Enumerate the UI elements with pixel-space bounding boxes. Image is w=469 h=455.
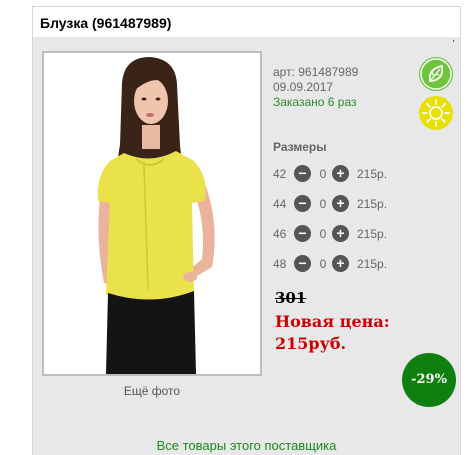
old-price: 301 — [275, 289, 307, 307]
new-price-value: 215руб. — [275, 334, 347, 353]
increase-button[interactable]: + — [332, 195, 349, 212]
title-bar: Блузка (961487989) , — [33, 7, 460, 44]
decrease-button[interactable]: − — [294, 165, 311, 182]
decrease-button[interactable]: − — [294, 195, 311, 212]
article-number: арт: 961487989 — [273, 65, 359, 79]
product-date: 09.09.2017 — [273, 80, 334, 94]
size-price: 215р. — [357, 257, 388, 271]
size-price: 215р. — [357, 227, 388, 241]
increase-button[interactable]: + — [332, 255, 349, 272]
size-label: 48 — [273, 257, 287, 271]
sizes-heading: Размеры — [273, 140, 327, 154]
new-price-label: Новая цена: — [275, 312, 390, 331]
quantity-value: 0 — [319, 227, 327, 241]
sun-icon — [419, 96, 453, 130]
quantity-value: 0 — [319, 257, 327, 271]
size-label: 44 — [273, 197, 287, 211]
quantity-value: 0 — [319, 167, 327, 181]
product-card: Блузка (961487989) , Ещё фото арт: 96148… — [32, 6, 461, 455]
size-label: 42 — [273, 167, 287, 181]
decrease-button[interactable]: − — [294, 255, 311, 272]
product-title: Блузка (961487989) — [40, 15, 172, 31]
increase-button[interactable]: + — [332, 225, 349, 242]
size-price: 215р. — [357, 197, 388, 211]
supplier-products-link[interactable]: Все товары этого поставщика — [33, 438, 460, 453]
new-price: Новая цена: 215руб. — [275, 311, 390, 355]
size-price: 215р. — [357, 167, 388, 181]
size-label: 46 — [273, 227, 287, 241]
decrease-button[interactable]: − — [294, 225, 311, 242]
order-count: Заказано 6 раз — [273, 95, 357, 109]
leaf-icon — [419, 57, 453, 91]
blouse-model-image — [44, 53, 260, 374]
product-photo[interactable] — [42, 51, 262, 376]
product-info: арт: 961487989 09.09.2017 Заказано 6 раз — [273, 65, 358, 110]
quantity-value: 0 — [319, 197, 327, 211]
increase-button[interactable]: + — [332, 165, 349, 182]
corner-mark: , — [452, 33, 455, 44]
discount-badge: -29% — [402, 353, 456, 407]
more-photos-link[interactable]: Ещё фото — [42, 384, 262, 398]
